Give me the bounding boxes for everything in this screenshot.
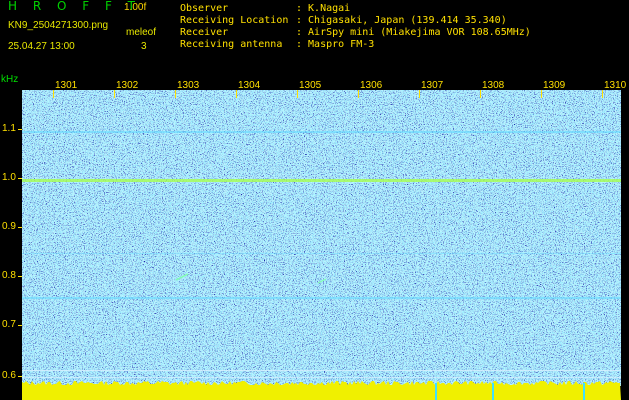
minute-marker: [114, 90, 115, 98]
x-tick-label: 1304: [238, 80, 261, 91]
x-tick-label: 1302: [116, 80, 139, 91]
carrier-line-0p77: [22, 297, 621, 299]
noise-layer-bright: [22, 90, 621, 386]
y-unit-label: kHz: [1, 74, 19, 85]
minute-marker: [53, 90, 54, 98]
x-tick-label: 1307: [421, 80, 444, 91]
y-tick-mark: [18, 276, 22, 277]
y-tick-label: 1.0: [2, 172, 16, 183]
cyan-marker: [435, 383, 437, 400]
tick-marks: [18, 129, 22, 377]
x-tick-label: 1310: [604, 80, 627, 91]
x-tick-label: 1309: [543, 80, 566, 91]
y-tick-mark: [18, 376, 22, 377]
y-tick-label: 1.1: [2, 123, 16, 134]
spectrogram-plot: [18, 90, 621, 400]
minute-marker: [419, 90, 420, 98]
y-tick-mark: [18, 227, 22, 228]
carrier-line-1p0: [22, 179, 621, 182]
minute-marker: [175, 90, 176, 98]
minute-marker: [358, 90, 359, 98]
minute-marker: [297, 90, 298, 98]
y-tick-mark: [18, 325, 22, 326]
y-tick-label: 0.8: [2, 270, 16, 281]
x-tick-label: 1303: [177, 80, 200, 91]
cyan-marker: [492, 383, 494, 400]
y-tick-mark: [18, 178, 22, 179]
carrier-line-1p1: [22, 131, 621, 133]
x-tick-label: 1308: [482, 80, 505, 91]
y-tick-mark: [18, 129, 22, 130]
minute-marker: [480, 90, 481, 98]
minute-marker: [602, 90, 603, 98]
carrier-line-0p86: [22, 253, 621, 254]
x-tick-label: 1301: [55, 80, 78, 91]
y-tick-label: 0.9: [2, 221, 16, 232]
minute-marker: [236, 90, 237, 98]
ref-line-upper: [22, 370, 621, 371]
x-tick-label: 1305: [299, 80, 322, 91]
minute-marker: [541, 90, 542, 98]
ref-line-lower: [22, 377, 621, 378]
y-tick-label: 0.7: [2, 319, 16, 330]
cyan-marker: [583, 383, 585, 400]
x-tick-label: 1306: [360, 80, 383, 91]
y-tick-label: 0.6: [2, 370, 16, 381]
